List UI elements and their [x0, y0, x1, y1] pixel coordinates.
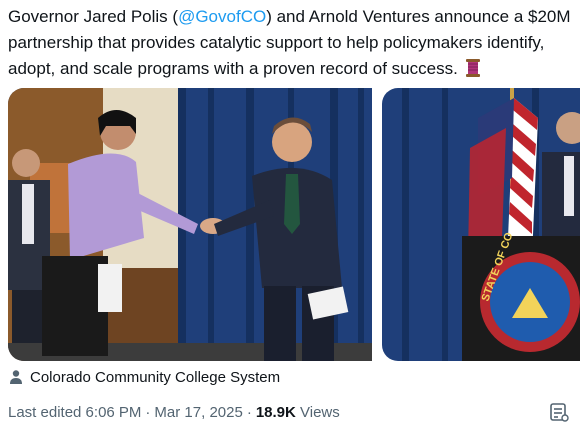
photo-handshake[interactable]	[8, 88, 372, 361]
tweet-text-part-1: Governor Jared Polis (	[8, 7, 179, 26]
mention-link[interactable]: @GovofCO	[178, 7, 266, 26]
thread-spool-emoji-icon	[465, 59, 480, 77]
meta-separator: ·	[246, 403, 252, 421]
post-date-link[interactable]: Mar 17, 2025	[154, 404, 242, 421]
photo-tag[interactable]: Colorado Community College System	[8, 366, 280, 388]
meta-separator: ·	[145, 403, 151, 421]
edited-time-link[interactable]: Last edited 6:06 PM	[8, 404, 141, 421]
tagged-account-label: Colorado Community College System	[30, 368, 281, 386]
photo-podium[interactable]: STATE OF CO	[382, 88, 580, 361]
post-analytics-icon[interactable]	[548, 401, 570, 423]
person-icon	[10, 370, 22, 384]
media-grid: STATE OF CO	[8, 88, 580, 361]
tweet-meta: Last edited 6:06 PM · Mar 17, 2025 · 18.…	[8, 401, 340, 423]
tweet-text: Governor Jared Polis (@GovofCO) and Arno…	[8, 4, 572, 82]
views-count: 18.9K	[255, 403, 296, 421]
views-label: Views	[300, 403, 340, 421]
podium-with-seal-photo-icon: STATE OF CO	[382, 88, 580, 361]
handshake-photo-icon	[8, 88, 372, 361]
